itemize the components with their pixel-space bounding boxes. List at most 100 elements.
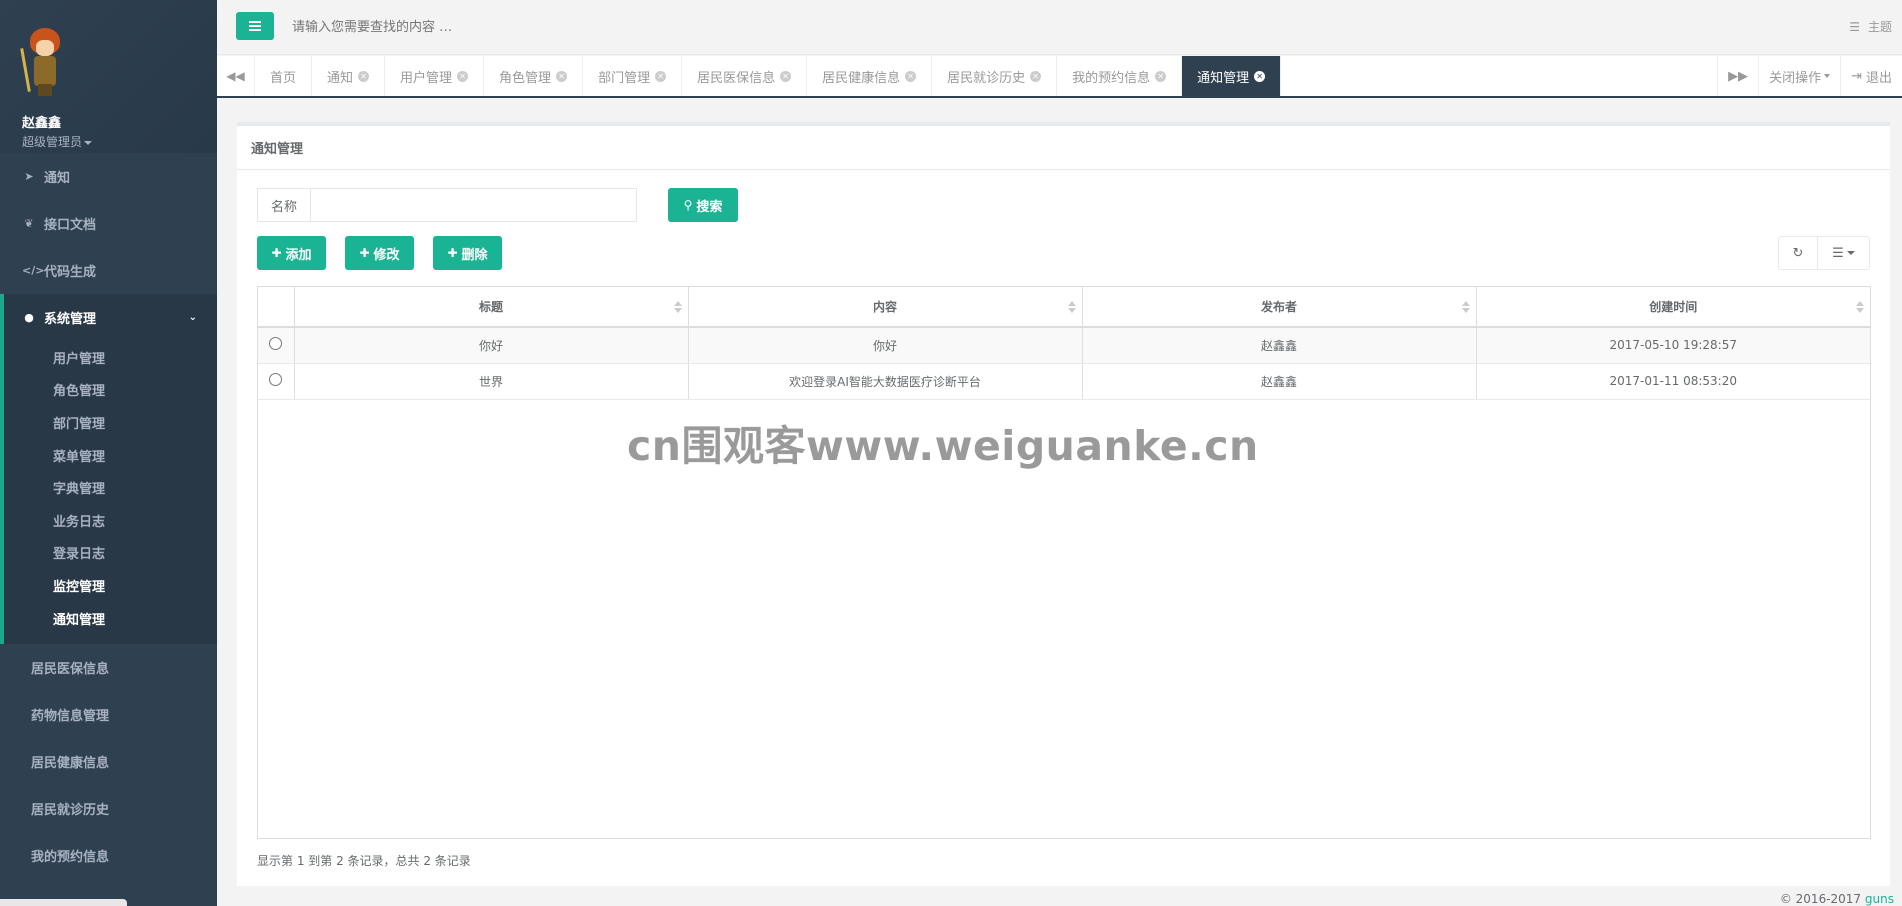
- tab-role-mgmt[interactable]: 角色管理 ✕: [484, 56, 584, 96]
- edit-button[interactable]: ✚ 修改: [345, 236, 414, 270]
- sidebar-subitem-user[interactable]: 用户管理: [4, 341, 217, 374]
- sidebar-item-code-gen[interactable]: </> 代码生成: [0, 247, 217, 294]
- column-header-label: 创建时间: [1649, 300, 1698, 314]
- column-header-title[interactable]: 标题: [294, 287, 689, 328]
- refresh-button[interactable]: ↻: [1778, 236, 1818, 270]
- tab-user-mgmt[interactable]: 用户管理 ✕: [385, 56, 485, 96]
- tab-list: 首页 通知 ✕ 用户管理 ✕ 角色管理 ✕ 部门管理 ✕ 居民医保信息 ✕ 居民健康信息 ✕…: [255, 56, 1717, 96]
- column-header-label: 标题: [478, 300, 503, 314]
- close-icon[interactable]: ✕: [358, 70, 370, 82]
- plus-icon: ✚: [359, 246, 370, 260]
- chevron-down-icon: ⌄: [188, 312, 197, 323]
- sign-out-icon: ⇥: [1851, 68, 1862, 84]
- table-cell: 世界: [294, 363, 689, 400]
- table-cell: 欢迎登录AI智能大数据医疗诊断平台: [688, 363, 1083, 400]
- tab-health[interactable]: 居民健康信息 ✕: [807, 56, 933, 96]
- sidebar-subitem-login-log[interactable]: 登录日志: [4, 537, 217, 570]
- close-icon[interactable]: ✕: [1155, 70, 1167, 82]
- tab-label: 通知管理: [1197, 70, 1250, 86]
- forward-icon: ▶▶: [1728, 68, 1749, 84]
- paper-plane-icon: ➤: [24, 170, 34, 183]
- table-row[interactable]: 世界 欢迎登录AI智能大数据医疗诊断平台 赵鑫鑫 2017-01-11 08:5…: [258, 363, 1870, 400]
- sort-icon: [673, 301, 682, 313]
- table-cell: 你好: [688, 327, 1083, 364]
- search-row: 名称: [257, 188, 637, 222]
- status-badge: [0, 899, 127, 906]
- close-icon[interactable]: ✕: [1254, 70, 1266, 82]
- menu-toggle-button[interactable]: [236, 12, 274, 40]
- tab-label: 首页: [270, 70, 297, 86]
- tab-notice[interactable]: 通知 ✕: [312, 56, 386, 96]
- tab-visit-history[interactable]: 居民就诊历史 ✕: [932, 56, 1058, 96]
- sidebar-subitem-notice-mgmt[interactable]: 通知管理: [4, 602, 217, 635]
- edit-button-label: 修改: [373, 247, 400, 263]
- close-icon[interactable]: ✕: [905, 70, 917, 82]
- profile-role-dropdown[interactable]: 超级管理员: [22, 133, 217, 150]
- avatar[interactable]: [20, 28, 70, 96]
- table-row[interactable]: 你好 你好 赵鑫鑫 2017-05-10 19:28:57: [258, 327, 1870, 364]
- tabs-right-controls: ▶▶ 关闭操作 ⇥ 退出: [1717, 56, 1902, 96]
- tabs-scroll-left-button[interactable]: ◀◀: [217, 56, 255, 96]
- column-header-publisher[interactable]: 发布者: [1082, 287, 1477, 328]
- notice-table: 标题 内容 发布者 创建时间 你好 你好 赵鑫鑫 2017-05-10 19:2…: [257, 286, 1871, 839]
- sidebar-item-api-docs[interactable]: ❦ 接口文档: [0, 200, 217, 247]
- sidebar-item-appointments[interactable]: 我的预约信息: [0, 832, 217, 879]
- theme-label: 主题: [1867, 20, 1892, 34]
- name-search-input[interactable]: [310, 188, 637, 222]
- sidebar-item-notice[interactable]: ➤ 通知: [0, 153, 217, 200]
- sidebar-subitem-dict[interactable]: 字典管理: [4, 471, 217, 504]
- close-icon[interactable]: ✕: [457, 70, 469, 82]
- column-header-created-time[interactable]: 创建时间: [1476, 287, 1870, 328]
- leaf-icon: ❦: [24, 217, 34, 230]
- close-ops-dropdown[interactable]: 关闭操作: [1758, 56, 1840, 96]
- profile-role-label: 超级管理员: [22, 135, 83, 149]
- columns-toggle-button[interactable]: ☰: [1818, 236, 1870, 270]
- copyright-brand-link[interactable]: guns: [1865, 892, 1894, 906]
- sidebar-item-label: 通知: [44, 171, 71, 186]
- watermark: cn围观客www.weiguanke.cn: [627, 422, 1259, 470]
- global-search-input[interactable]: [292, 16, 692, 38]
- sidebar-item-insurance[interactable]: 居民医保信息: [0, 644, 217, 691]
- name-field-label: 名称: [257, 188, 310, 222]
- add-button[interactable]: ✚ 添加: [257, 236, 326, 270]
- tab-home[interactable]: 首页: [255, 56, 313, 96]
- delete-button[interactable]: ✚ 删除: [433, 236, 502, 270]
- sidebar-item-medicine[interactable]: 药物信息管理: [0, 691, 217, 738]
- sidebar-subitem-menu[interactable]: 菜单管理: [4, 439, 217, 472]
- tab-notice-mgmt[interactable]: 通知管理 ✕: [1182, 56, 1282, 96]
- table-cell: 2017-05-10 19:28:57: [1476, 327, 1870, 364]
- close-icon[interactable]: ✕: [780, 70, 792, 82]
- tabs-bar: ◀◀ 首页 通知 ✕ 用户管理 ✕ 角色管理 ✕ 部门管理 ✕ 居民医保信息 ✕ 居民健康…: [217, 56, 1902, 98]
- delete-button-label: 删除: [461, 247, 488, 263]
- close-icon[interactable]: ✕: [556, 70, 568, 82]
- refresh-icon: ↻: [1792, 245, 1804, 261]
- search-icon: ⚲: [683, 198, 693, 212]
- caret-down-icon: [1846, 251, 1855, 255]
- row-radio[interactable]: [269, 373, 283, 386]
- sidebar-item-system-management[interactable]: ● 系统管理 ⌄: [4, 294, 217, 341]
- tabs-scroll-right-button[interactable]: ▶▶: [1717, 56, 1758, 96]
- tab-appointments[interactable]: 我的预约信息 ✕: [1057, 56, 1183, 96]
- close-icon[interactable]: ✕: [655, 70, 667, 82]
- sidebar-item-health[interactable]: 居民健康信息: [0, 738, 217, 785]
- close-icon[interactable]: ✕: [1030, 70, 1042, 82]
- tab-dept-mgmt[interactable]: 部门管理 ✕: [583, 56, 683, 96]
- tab-label: 居民医保信息: [697, 70, 776, 86]
- sidebar-item-label: 接口文档: [44, 218, 97, 233]
- sidebar-item-visit-history[interactable]: 居民就诊历史: [0, 785, 217, 832]
- plus-icon: ✚: [271, 246, 282, 260]
- sidebar-subitem-monitor[interactable]: 监控管理: [4, 569, 217, 602]
- search-button[interactable]: ⚲ 搜索: [668, 188, 738, 222]
- theme-button[interactable]: ☰ 主题: [1849, 18, 1892, 35]
- row-radio[interactable]: [269, 337, 283, 351]
- tab-insurance[interactable]: 居民医保信息 ✕: [682, 56, 808, 96]
- caret-down-icon: [1824, 74, 1831, 78]
- tab-label: 用户管理: [400, 70, 453, 86]
- column-header-content[interactable]: 内容: [688, 287, 1083, 328]
- logout-label: 退出: [1865, 70, 1892, 86]
- sidebar-subitem-role[interactable]: 角色管理: [4, 374, 217, 407]
- sidebar-subitem-biz-log[interactable]: 业务日志: [4, 504, 217, 537]
- logout-button[interactable]: ⇥ 退出: [1840, 56, 1902, 96]
- sort-icon: [1461, 301, 1470, 313]
- sidebar-subitem-dept[interactable]: 部门管理: [4, 406, 217, 439]
